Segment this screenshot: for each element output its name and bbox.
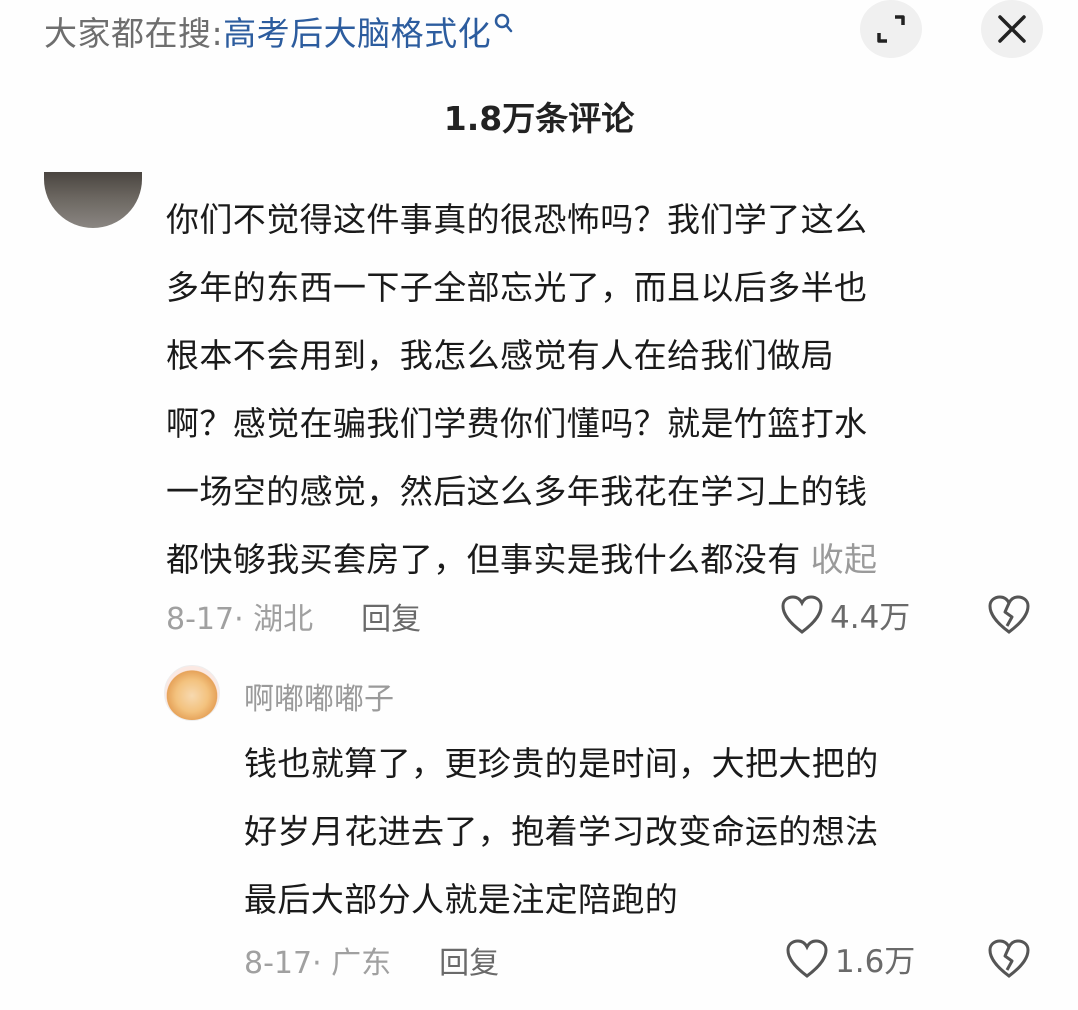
like-button[interactable]: 1.6万 [785,936,915,981]
comment-line: 多年的东西一下子全部忘光了，而且以后多半也 [166,268,868,307]
reply-line: 钱也就算了，更珍贵的是时间，大把大把的 [244,744,879,783]
like-button[interactable]: 4.4万 [780,592,910,637]
reply-line: 最后大部分人就是注定陪跑的 [244,880,679,919]
reply-author-name[interactable]: 啊嘟嘟嘟子 [244,674,394,718]
comment-line: 啊？感觉在骗我们学费你们懂吗？就是竹篮打水 [166,404,868,443]
comment-count-title: 1.8万条评论 [443,99,635,138]
dislike-button[interactable] [987,594,1031,638]
reply-button[interactable]: 回复 [361,594,421,638]
reply-line: 好岁月花进去了，抱着学习改变命运的想法 [244,812,879,851]
expand-button[interactable] [860,0,922,58]
heart-icon [786,938,828,978]
like-count: 1.6万 [835,944,916,980]
comment-line: 根本不会用到，我怎么感觉有人在给我们做局 [166,336,834,375]
reply-avatar[interactable] [164,665,220,721]
search-query-link[interactable]: 高考后大脑格式化 [223,7,491,55]
reply-button[interactable]: 回复 [439,938,499,982]
broken-heart-icon [988,595,1030,634]
comment-line-text: 都快够我买套房了，但事实是我什么都没有 [166,540,801,579]
date-location: 8-17· 广东 [244,946,392,981]
dislike-button[interactable] [987,938,1031,982]
avatar[interactable] [44,172,142,228]
reply-meta: 8-17· 广东 回复 [244,938,499,982]
search-prefix: 大家都在搜: [44,14,224,53]
close-icon [998,15,1026,43]
comment-line: 一场空的感觉，然后这么多年我花在学习上的钱 [166,472,868,511]
expand-icon [877,15,905,43]
broken-heart-icon [988,939,1030,978]
reply-body[interactable]: 钱也就算了，更珍贵的是时间，大把大把的 好岁月花进去了，抱着学习改变命运的想法 … [244,730,1024,934]
heart-icon [781,594,823,634]
comment-meta: 8-17· 湖北 回复 [166,594,421,638]
close-button[interactable] [981,0,1043,58]
search-suggestion[interactable]: 大家都在搜: 高考后大脑格式化 [44,6,514,56]
comment-body[interactable]: 你们不觉得这件事真的很恐怖吗？我们学了这么 多年的东西一下子全部忘光了，而且以后… [166,186,1016,594]
collapse-link[interactable]: 收起 [811,540,878,579]
search-icon[interactable] [494,4,514,43]
comment-line-last: 都快够我买套房了，但事实是我什么都没有 收起 [166,526,1016,594]
comments-sheet: 大家都在搜: 高考后大脑格式化 1.8万条评论 你们不觉得这件事真的很恐怖吗？我… [0,0,1078,1010]
comment-line: 你们不觉得这件事真的很恐怖吗？我们学了这么 [166,200,868,239]
date-location: 8-17· 湖北 [166,602,314,637]
like-count: 4.4万 [830,600,911,636]
